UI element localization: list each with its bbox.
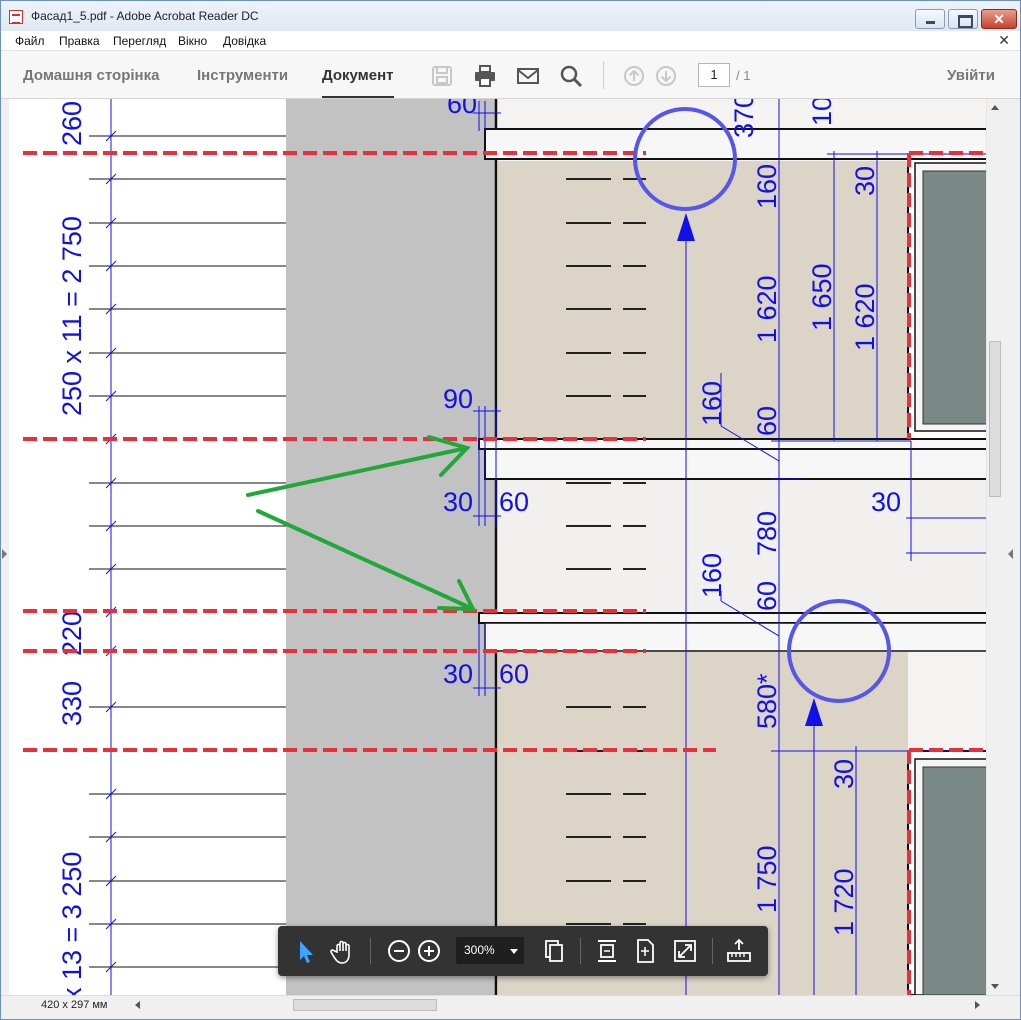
left-panel-toggle[interactable] xyxy=(1,99,9,995)
dim-label: 250 x 11 = 2 750 xyxy=(57,216,87,416)
select-cursor-icon[interactable] xyxy=(290,936,320,966)
fit-width-icon[interactable] xyxy=(592,936,622,966)
dim-label: 1 750 xyxy=(752,845,782,913)
menu-help[interactable]: Довідка xyxy=(223,34,266,48)
scroll-up-icon[interactable] xyxy=(991,105,999,110)
print-icon[interactable] xyxy=(474,65,496,87)
full-screen-icon[interactable] xyxy=(670,936,700,966)
dim-label: 1 650 xyxy=(807,263,837,331)
scroll-right-icon[interactable] xyxy=(975,1001,980,1009)
window-frame-lower xyxy=(907,750,986,995)
zoom-select[interactable]: 300% xyxy=(456,937,524,964)
dim-label: 580* xyxy=(752,673,782,729)
dim-label: 1 620 xyxy=(752,275,782,343)
dim-label: 30 xyxy=(443,659,473,689)
dim-label: 30 xyxy=(871,487,901,517)
dim-label: x 13 = 3 250 xyxy=(57,852,87,995)
dim-label: 370 xyxy=(729,99,759,138)
scroll-thumb[interactable] xyxy=(293,999,437,1011)
drawing-canvas: 260 250 x 11 = 2 750 220 330 x 13 = 3 25… xyxy=(9,99,986,995)
dim-label: 60 xyxy=(447,99,477,119)
dim-label: 160 xyxy=(697,381,727,426)
toolbar-divider xyxy=(603,61,604,89)
window-title: Фасад1_5.pdf - Adobe Acrobat Reader DC xyxy=(31,9,259,23)
dim-label: 90 xyxy=(443,384,473,414)
dim-label: 10 xyxy=(807,99,837,126)
toolbar-divider xyxy=(370,938,371,964)
toolbar-divider xyxy=(712,938,713,964)
zoom-out-icon[interactable] xyxy=(384,936,414,966)
dim-label: 260 xyxy=(57,101,87,146)
main-toolbar: Домашня сторінка Інструменти Документ 1 … xyxy=(1,51,1020,99)
dim-label: 30 xyxy=(443,487,473,517)
dim-label: 1 620 xyxy=(850,283,880,351)
horizontal-scrollbar[interactable] xyxy=(129,997,986,1014)
dim-label: 160 xyxy=(752,164,782,209)
right-panel-toggle[interactable] xyxy=(1003,99,1020,995)
scroll-thumb[interactable] xyxy=(989,341,1001,497)
dim-label: 30 xyxy=(829,759,859,789)
dim-label: 60 xyxy=(499,487,529,517)
maximize-button[interactable] xyxy=(948,9,978,29)
dim-label: 60 xyxy=(752,581,782,611)
dim-label: 1 720 xyxy=(829,868,859,936)
close-icon: ✕ xyxy=(993,11,1005,27)
menu-window[interactable]: Вікно xyxy=(178,34,207,48)
vertical-scrollbar[interactable] xyxy=(986,99,1003,995)
title-bar: Фасад1_5.pdf - Adobe Acrobat Reader DC ✕ xyxy=(1,1,1020,31)
next-page-icon[interactable] xyxy=(655,65,677,87)
email-icon[interactable] xyxy=(517,65,539,87)
page-total: / 1 xyxy=(736,68,751,83)
tab-document[interactable]: Документ xyxy=(322,67,394,98)
menu-edit[interactable]: Правка xyxy=(59,34,100,48)
menu-view[interactable]: Перегляд xyxy=(113,34,166,48)
page-display-icon[interactable] xyxy=(538,936,568,966)
close-document-icon[interactable]: ✕ xyxy=(998,32,1010,49)
page-number-input[interactable]: 1 xyxy=(698,63,730,87)
toolbar-divider xyxy=(580,938,581,964)
dim-label: 160 xyxy=(697,553,727,598)
previous-page-icon[interactable] xyxy=(623,65,645,87)
dim-label: 60 xyxy=(499,659,529,689)
dim-label: 330 xyxy=(57,681,87,726)
dim-label: 780 xyxy=(752,511,782,556)
signin-link[interactable]: Увійти xyxy=(947,67,995,84)
hand-tool-icon[interactable] xyxy=(328,936,358,966)
status-bar: 420 x 297 мм xyxy=(1,995,1020,1019)
tab-home[interactable]: Домашня сторінка xyxy=(23,67,159,84)
fit-page-icon[interactable] xyxy=(630,936,660,966)
document-view[interactable]: 260 250 x 11 = 2 750 220 330 x 13 = 3 25… xyxy=(9,99,986,995)
zoom-in-icon[interactable] xyxy=(414,936,444,966)
measure-tool-icon[interactable] xyxy=(724,936,754,966)
close-button[interactable]: ✕ xyxy=(981,9,1017,29)
page-size-label: 420 x 297 мм xyxy=(41,999,108,1011)
tab-tools[interactable]: Інструменти xyxy=(197,67,288,84)
menu-file[interactable]: Файл xyxy=(15,34,45,48)
search-icon[interactable] xyxy=(560,65,582,87)
acrobat-window: Фасад1_5.pdf - Adobe Acrobat Reader DC ✕… xyxy=(0,0,1021,1020)
window-frame-upper xyxy=(907,152,986,440)
save-icon[interactable] xyxy=(431,65,453,87)
floating-toolbar: 300% xyxy=(278,926,768,976)
dim-label: 30 xyxy=(850,166,880,196)
minimize-button[interactable] xyxy=(915,9,945,29)
scroll-left-icon[interactable] xyxy=(135,1001,140,1009)
menu-bar: Файл Правка Перегляд Вікно Довідка ✕ xyxy=(1,31,1020,51)
scroll-down-icon[interactable] xyxy=(991,984,999,989)
pdf-icon xyxy=(9,10,23,24)
dim-label: 60 xyxy=(752,406,782,436)
